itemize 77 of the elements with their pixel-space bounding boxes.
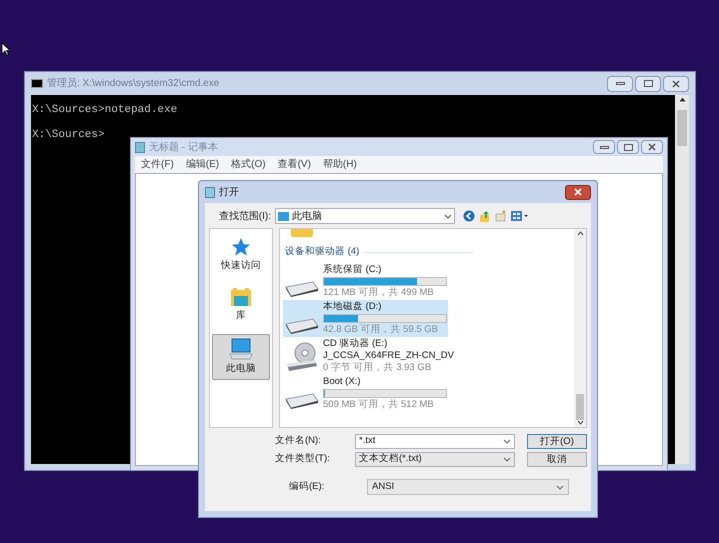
menu-item[interactable]: 帮助(H)	[322, 157, 357, 172]
maximize-button[interactable]	[617, 140, 639, 154]
minimize-button[interactable]	[607, 76, 633, 92]
drive-item[interactable]: 本地磁盘 (D:) 42.8 GB 可用，共 59.5 GB	[283, 300, 448, 338]
window-title: 管理员: X:\windows\system32\cmd.exe	[47, 77, 220, 91]
maximize-icon	[644, 80, 652, 87]
view-menu-icon[interactable]	[511, 211, 529, 221]
library-icon	[230, 287, 252, 308]
scroll-up-icon[interactable]	[576, 231, 584, 236]
cancel-button[interactable]: 取消	[527, 452, 587, 467]
group-header: 设备和驱动器 (4)	[285, 245, 360, 259]
notepad-icon	[135, 142, 145, 152]
sidebar-item[interactable]: 库	[212, 283, 270, 328]
computer-icon	[278, 212, 289, 220]
scroll-up-icon[interactable]	[678, 97, 686, 102]
dialog-title: 打开	[219, 186, 239, 200]
volume-label: J_CCSA_X64FRE_ZH-CN_DV	[323, 350, 454, 362]
close-button[interactable]	[641, 140, 663, 154]
close-icon	[648, 143, 656, 151]
close-button[interactable]	[663, 76, 689, 92]
drive-item[interactable]: Boot (X:) 509 MB 可用，共 512 MB	[283, 375, 448, 412]
computer-icon	[229, 338, 253, 360]
mouse-cursor-icon	[1, 42, 10, 56]
drive-info: 0 字节 可用，共 3.93 GB	[323, 362, 432, 374]
open-button[interactable]: 打开(O)	[527, 434, 587, 449]
drive-name: CD 驱动器 (E:)	[323, 338, 388, 350]
console-line: X:\Sources>	[32, 128, 106, 142]
drive-info: 121 MB 可用，共 499 MB	[323, 287, 435, 300]
chevron-down-icon	[444, 214, 452, 218]
console-icon	[31, 79, 43, 88]
console-line: X:\Sources>notepad.exe	[32, 103, 178, 117]
drive-item[interactable]: 系统保留 (C:) 121 MB 可用，共 499 MB	[283, 263, 448, 300]
close-icon	[574, 188, 582, 196]
maximize-icon	[624, 144, 632, 150]
field-label: 查找范围(I):	[218, 210, 271, 224]
menu-item[interactable]: 查看(V)	[278, 157, 311, 172]
field-label: 编码(E):	[289, 480, 326, 494]
drive-info: 42.8 GB 可用，共 59.5 GB	[323, 324, 439, 336]
minimize-icon	[616, 82, 624, 85]
up-folder-icon[interactable]	[479, 210, 491, 222]
chevron-down-icon	[556, 484, 564, 490]
cd-drive-icon	[285, 342, 319, 372]
field-label: 文件类型(T):	[275, 452, 331, 466]
chevron-down-icon	[503, 439, 511, 444]
scroll-down-icon[interactable]	[576, 420, 584, 425]
dialog-icon	[205, 186, 215, 198]
window-title: 无标题 - 记事本	[149, 140, 218, 154]
back-icon[interactable]	[463, 210, 475, 222]
drive-name: 本地磁盘 (D:)	[323, 301, 382, 314]
sidebar-item[interactable]: 此电脑	[212, 334, 270, 380]
menu-item[interactable]: 文件(F)	[141, 157, 174, 172]
drive-name: 系统保留 (C:)	[323, 264, 382, 276]
star-icon	[231, 237, 251, 257]
encoding-dropdown[interactable]: ANSI	[367, 479, 569, 495]
hard-drive-icon	[285, 318, 319, 334]
close-button[interactable]	[565, 184, 591, 200]
scrollbar-thumb[interactable]	[677, 110, 687, 146]
minimize-button[interactable]	[593, 140, 615, 154]
location-dropdown[interactable]: 此电脑	[275, 208, 455, 224]
scrollbar[interactable]	[574, 229, 586, 427]
chevron-down-icon	[503, 457, 511, 462]
menu-item[interactable]: 格式(O)	[231, 157, 266, 172]
scrollbar[interactable]	[675, 95, 689, 464]
menu-item[interactable]: 编辑(E)	[186, 157, 220, 172]
close-icon	[672, 80, 680, 88]
field-label: 文件名(N):	[275, 434, 322, 448]
scrollbar-thumb[interactable]	[576, 394, 584, 420]
hard-drive-icon	[285, 393, 319, 410]
hard-drive-icon	[285, 281, 319, 298]
maximize-button[interactable]	[635, 76, 661, 92]
folder-icon	[291, 229, 313, 237]
drive-name: Boot (X:)	[323, 376, 362, 388]
file-type-dropdown[interactable]: 文本文档(*.txt)	[355, 452, 515, 467]
sidebar-item[interactable]: 快速访问	[212, 233, 270, 278]
minimize-icon	[600, 146, 608, 148]
drive-info: 509 MB 可用，共 512 MB	[323, 399, 435, 412]
file-name-field[interactable]: *.txt	[355, 434, 515, 449]
